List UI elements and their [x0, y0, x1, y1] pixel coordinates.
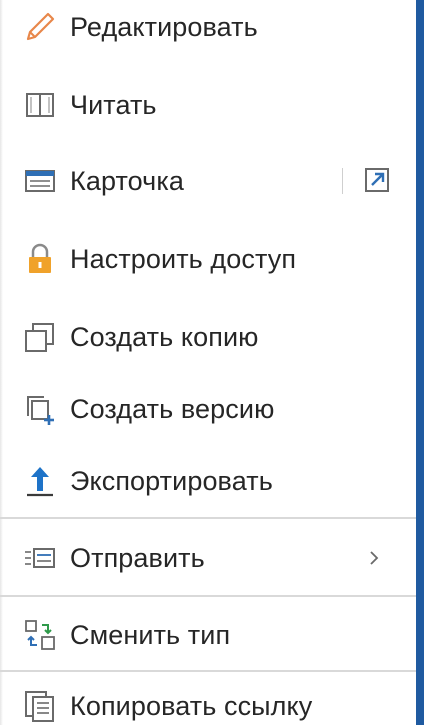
chevron-right-icon	[362, 546, 386, 570]
menu-item-label: Создать копию	[70, 321, 259, 352]
menu-item-version[interactable]: Создать версию	[0, 370, 416, 448]
menu-item-copy[interactable]: Создать копию	[0, 298, 416, 376]
open-in-new-window-icon[interactable]	[362, 165, 394, 197]
menu-item-label: Экспортировать	[70, 465, 273, 496]
menu-item-change-type[interactable]: Сменить тип	[0, 596, 416, 674]
menu-item-label: Читать	[70, 89, 157, 120]
menu-item-copy-link[interactable]: Копировать ссылку	[0, 667, 416, 725]
menu-item-access[interactable]: Настроить доступ	[0, 220, 416, 298]
menu-item-card[interactable]: Карточка	[0, 142, 416, 220]
menu-item-label: Редактировать	[70, 11, 258, 42]
copy-icon	[22, 319, 58, 355]
upload-arrow-icon	[22, 463, 58, 499]
change-type-icon	[22, 617, 58, 653]
menu-item-label: Отправить	[70, 542, 205, 573]
book-icon	[22, 87, 58, 123]
menu-item-send[interactable]: Отправить	[0, 519, 416, 597]
lock-icon	[22, 241, 58, 277]
context-menu: Редактировать Читать Карточка Настроить …	[0, 0, 424, 725]
pencil-icon	[22, 9, 58, 45]
menu-item-label: Сменить тип	[70, 619, 231, 650]
menu-item-read[interactable]: Читать	[0, 66, 416, 144]
menu-item-export[interactable]: Экспортировать	[0, 442, 416, 520]
copy-link-icon	[22, 688, 58, 724]
menu-right-rail	[416, 0, 424, 725]
menu-item-label: Копировать ссылку	[70, 690, 313, 721]
menu-item-label: Настроить доступ	[70, 243, 297, 274]
send-list-icon	[22, 540, 58, 576]
vertical-divider	[342, 168, 343, 194]
card-icon	[22, 163, 58, 199]
menu-item-label: Карточка	[70, 165, 184, 196]
menu-item-label: Создать версию	[70, 393, 275, 424]
menu-item-edit[interactable]: Редактировать	[0, 0, 416, 66]
add-version-icon	[22, 391, 58, 427]
